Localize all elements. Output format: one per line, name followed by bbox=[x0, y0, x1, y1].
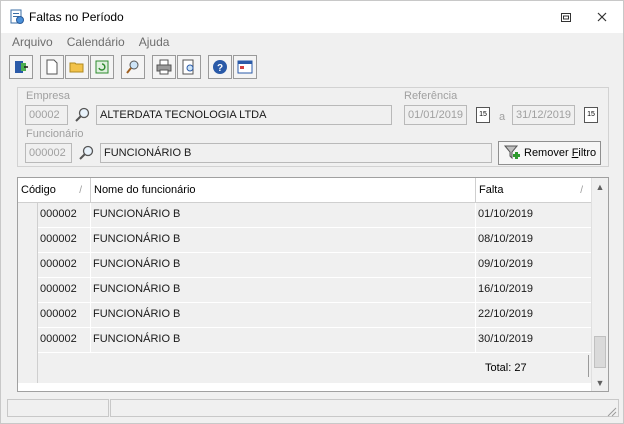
cell-codigo: 000002 bbox=[38, 228, 91, 253]
referencia-label: Referência bbox=[404, 90, 458, 102]
status-bar bbox=[5, 399, 619, 419]
cell-falta: 01/10/2019 bbox=[476, 203, 592, 228]
date-from-field[interactable]: 01/01/2019 bbox=[404, 105, 467, 125]
refresh-icon bbox=[95, 60, 109, 74]
resize-grip-icon[interactable] bbox=[605, 405, 617, 417]
close-button[interactable] bbox=[587, 7, 617, 27]
toolbar: ? bbox=[9, 54, 258, 80]
cell-falta: 09/10/2019 bbox=[476, 253, 592, 278]
grid-footer: Total: 27 bbox=[38, 353, 592, 383]
svg-text:?: ? bbox=[217, 63, 223, 74]
menu-bar: Arquivo Calendário Ajuda bbox=[5, 33, 176, 51]
exit-button[interactable] bbox=[9, 55, 33, 79]
date-separator: a bbox=[499, 111, 506, 123]
row-indicator-column bbox=[18, 203, 38, 383]
table-row[interactable]: 000002 FUNCIONÁRIO B 30/10/2019 bbox=[38, 328, 592, 353]
restore-button[interactable] bbox=[551, 7, 581, 27]
print-preview-icon bbox=[182, 59, 194, 75]
table-row[interactable]: 000002 FUNCIONÁRIO B 16/10/2019 bbox=[38, 278, 592, 303]
faltas-grid: Código / Nome do funcionário Falta/ 00000… bbox=[17, 177, 609, 392]
title-bar: Faltas no Período bbox=[1, 1, 623, 33]
refresh-button[interactable] bbox=[90, 55, 114, 79]
date-to-field[interactable]: 31/12/2019 bbox=[512, 105, 575, 125]
status-panel-2 bbox=[110, 399, 619, 417]
window: Faltas no Período Arquivo Calendário Aju… bbox=[0, 0, 624, 424]
sort-icon: / bbox=[580, 185, 583, 196]
empresa-search-icon[interactable] bbox=[73, 106, 91, 124]
grid-header: Código / Nome do funcionário Falta / bbox=[18, 178, 592, 203]
filter-panel: Empresa 00002 ALTERDATA TECNOLOGIA LTDA … bbox=[17, 87, 609, 167]
sort-icon: / bbox=[79, 185, 82, 196]
scroll-thumb[interactable] bbox=[594, 336, 606, 368]
empresa-name-field: ALTERDATA TECNOLOGIA LTDA bbox=[96, 105, 392, 125]
funcionario-code-field[interactable]: 000002 bbox=[25, 143, 72, 163]
window-button[interactable] bbox=[233, 55, 257, 79]
window-title: Faltas no Período bbox=[29, 10, 124, 24]
cell-nome: FUNCIONÁRIO B bbox=[91, 328, 476, 353]
print-preview-button[interactable] bbox=[177, 55, 201, 79]
table-row[interactable]: 000002 FUNCIONÁRIO B 01/10/2019 bbox=[38, 203, 592, 228]
cell-codigo: 000002 bbox=[38, 328, 91, 353]
cell-codigo: 000002 bbox=[38, 303, 91, 328]
open-button[interactable] bbox=[65, 55, 89, 79]
cell-codigo: 000002 bbox=[38, 278, 91, 303]
funcionario-name-field: FUNCIONÁRIO B bbox=[100, 143, 492, 163]
total-count: Total: 27 bbox=[485, 362, 527, 374]
funcionario-label: Funcionário bbox=[26, 128, 84, 140]
table-row[interactable]: 000002 FUNCIONÁRIO B 08/10/2019 bbox=[38, 228, 592, 253]
scroll-up-icon[interactable]: ▲ bbox=[595, 182, 605, 192]
cell-falta: 08/10/2019 bbox=[476, 228, 592, 253]
scroll-down-icon[interactable]: ▼ bbox=[595, 378, 605, 388]
table-row[interactable]: 000002 FUNCIONÁRIO B 09/10/2019 bbox=[38, 253, 592, 278]
footer-divider bbox=[588, 355, 589, 377]
status-panel-1 bbox=[7, 399, 109, 417]
menu-calendario[interactable]: Calendário bbox=[60, 33, 132, 51]
cell-codigo: 000002 bbox=[38, 203, 91, 228]
remove-filter-button[interactable]: Remover Filtro bbox=[498, 141, 601, 165]
date-from-calendar-icon[interactable]: 15 bbox=[476, 107, 490, 123]
exit-icon bbox=[15, 61, 28, 73]
new-doc-icon bbox=[46, 59, 58, 75]
cell-nome: FUNCIONÁRIO B bbox=[91, 253, 476, 278]
funcionario-search-icon[interactable] bbox=[77, 144, 95, 162]
app-icon bbox=[10, 9, 24, 24]
col-header-falta[interactable]: Falta / bbox=[476, 178, 592, 203]
search-icon bbox=[126, 60, 139, 74]
restore-icon bbox=[561, 12, 571, 22]
col-header-codigo[interactable]: Código / bbox=[18, 178, 91, 203]
cell-falta: 30/10/2019 bbox=[476, 328, 592, 353]
remove-filter-label: Remover Filtro bbox=[524, 147, 597, 159]
empresa-label: Empresa bbox=[26, 90, 71, 102]
remove-filter-icon bbox=[503, 145, 520, 160]
help-button[interactable]: ? bbox=[208, 55, 232, 79]
cell-falta: 22/10/2019 bbox=[476, 303, 592, 328]
cell-nome: FUNCIONÁRIO B bbox=[91, 303, 476, 328]
cell-nome: FUNCIONÁRIO B bbox=[91, 278, 476, 303]
cell-codigo: 000002 bbox=[38, 253, 91, 278]
table-row[interactable]: 000002 FUNCIONÁRIO B 22/10/2019 bbox=[38, 303, 592, 328]
search-button[interactable] bbox=[121, 55, 145, 79]
window-icon bbox=[237, 60, 253, 74]
close-icon bbox=[597, 12, 607, 22]
menu-arquivo[interactable]: Arquivo bbox=[5, 33, 60, 51]
cell-falta: 16/10/2019 bbox=[476, 278, 592, 303]
print-button[interactable] bbox=[152, 55, 176, 79]
date-to-calendar-icon[interactable]: 15 bbox=[584, 107, 598, 123]
col-header-nome[interactable]: Nome do funcionário bbox=[91, 178, 476, 203]
cell-nome: FUNCIONÁRIO B bbox=[91, 203, 476, 228]
help-icon: ? bbox=[213, 60, 227, 74]
new-button[interactable] bbox=[40, 55, 64, 79]
print-icon bbox=[156, 59, 172, 75]
empresa-code-field[interactable]: 00002 bbox=[25, 105, 68, 125]
open-folder-icon bbox=[69, 62, 84, 73]
cell-nome: FUNCIONÁRIO B bbox=[91, 228, 476, 253]
menu-ajuda[interactable]: Ajuda bbox=[132, 33, 177, 51]
vertical-scrollbar[interactable]: ▲ ▼ bbox=[591, 178, 608, 391]
